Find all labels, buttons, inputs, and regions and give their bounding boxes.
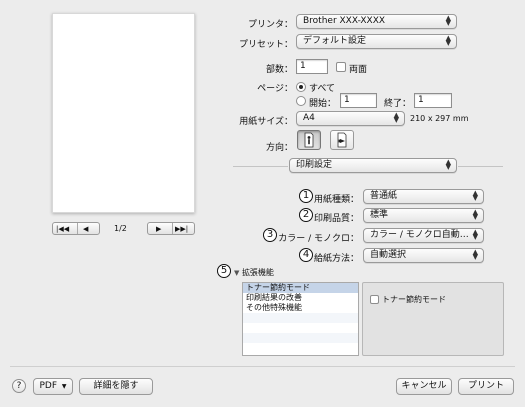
advanced-list[interactable]: トナー節約モード 印刷結果の改善 その他特殊機能: [242, 282, 359, 356]
print-button[interactable]: プリント: [458, 378, 514, 395]
advanced-list-item[interactable]: 印刷結果の改善: [243, 293, 358, 303]
preview-first-prev-group: |◀◀ ◀: [52, 222, 100, 235]
popup-arrows-icon: ▲ ▼: [445, 158, 451, 171]
paper-type-select[interactable]: 普通紙 ▲ ▼: [363, 189, 484, 204]
callout-number: 3: [263, 228, 277, 242]
portrait-icon: [304, 132, 314, 148]
pdf-label: PDF: [39, 381, 58, 391]
dropdown-arrow-icon: ▼: [61, 383, 67, 390]
callout-number: 4: [299, 248, 313, 262]
pages-to-field[interactable]: 1: [414, 93, 452, 108]
advanced-options-panel: トナー節約モード: [362, 282, 504, 356]
paper-size-value: A4: [303, 113, 315, 123]
preview-next-last-group: ▶ ▶▶|: [147, 222, 195, 235]
color-mono-select[interactable]: カラー / モノクロ自動… ▲ ▼: [363, 228, 484, 243]
previous-page-button[interactable]: ◀: [83, 222, 88, 237]
popup-arrows-icon: ▲ ▼: [445, 14, 451, 27]
footer-divider: [10, 366, 515, 367]
paper-size-label: 用紙サイズ：: [239, 117, 293, 127]
last-page-button[interactable]: ▶▶|: [175, 222, 188, 237]
duplex-checkbox[interactable]: [336, 62, 346, 72]
landscape-icon: [337, 132, 347, 148]
page-preview: [52, 13, 195, 213]
popup-arrows-icon: ▲ ▼: [472, 248, 478, 261]
paper-dimensions: 210 x 297 mm: [410, 114, 469, 123]
callout-number: 1: [299, 189, 313, 203]
section-select[interactable]: 印刷設定 ▲ ▼: [289, 158, 457, 173]
toner-save-checkbox[interactable]: [370, 295, 379, 304]
callout-number: 5: [217, 264, 231, 278]
toner-save-label: トナー節約モード: [382, 295, 446, 304]
pages-from-field[interactable]: 1: [340, 93, 377, 108]
portrait-button[interactable]: [297, 130, 321, 150]
advanced-list-filler: [243, 333, 358, 343]
page-counter: 1/2: [114, 224, 127, 233]
pages-range-radio[interactable]: [296, 96, 306, 106]
duplex-label: 両面: [349, 65, 368, 75]
print-quality-value: 標準: [370, 210, 389, 220]
section-divider-left: [233, 166, 288, 167]
preset-value: デフォルト設定: [303, 36, 367, 46]
callout-number: 2: [299, 208, 313, 222]
section-divider-right: [458, 166, 503, 167]
paper-source-select[interactable]: 自動選択 ▲ ▼: [363, 248, 484, 263]
help-button[interactable]: ?: [12, 379, 26, 393]
printer-value: Brother XXX-XXXX: [303, 16, 386, 26]
pages-to-label: 終了：: [384, 99, 412, 109]
paper-source-label: 給紙方法：: [313, 254, 359, 264]
paper-type-label: 用紙種類：: [313, 195, 359, 205]
pages-label: ページ：: [257, 84, 293, 94]
help-icon: ?: [16, 381, 22, 391]
print-quality-select[interactable]: 標準 ▲ ▼: [363, 208, 484, 223]
preset-label: プリセット：: [238, 40, 293, 50]
copies-field[interactable]: 1: [296, 59, 328, 74]
advanced-label: 拡張機能: [241, 268, 274, 277]
paper-source-value: 自動選択: [370, 250, 407, 260]
color-mono-value: カラー / モノクロ自動…: [370, 230, 469, 240]
preset-select[interactable]: デフォルト設定 ▲ ▼: [296, 34, 457, 49]
pages-from-label: 開始：: [309, 99, 337, 109]
paper-size-select[interactable]: A4 ▲ ▼: [296, 111, 405, 126]
advanced-disclosure[interactable]: ▼ 拡張機能: [234, 267, 274, 278]
printer-select[interactable]: Brother XXX-XXXX ▲ ▼: [296, 14, 457, 29]
color-mono-label: カラー / モノクロ：: [278, 234, 359, 244]
pages-all-radio[interactable]: [296, 82, 306, 92]
advanced-list-item[interactable]: トナー節約モード: [243, 283, 358, 293]
popup-arrows-icon: ▲ ▼: [472, 208, 478, 221]
advanced-list-filler: [243, 323, 358, 333]
popup-arrows-icon: ▲ ▼: [445, 34, 451, 47]
disclosure-triangle-icon: ▼: [234, 269, 240, 277]
advanced-list-filler: [243, 313, 358, 323]
cancel-button[interactable]: キャンセル: [396, 378, 452, 395]
advanced-list-filler: [243, 343, 358, 353]
printer-label: プリンタ：: [247, 20, 293, 30]
paper-type-value: 普通紙: [370, 191, 398, 201]
next-page-button[interactable]: ▶: [156, 222, 161, 237]
pdf-button[interactable]: PDF ▼: [33, 378, 73, 395]
first-page-button[interactable]: |◀◀: [56, 222, 69, 237]
print-quality-label: 印刷品質：: [313, 214, 359, 224]
orientation-label: 方向：: [265, 143, 293, 153]
landscape-button[interactable]: [330, 130, 354, 150]
popup-arrows-icon: ▲ ▼: [472, 228, 478, 241]
hide-details-button[interactable]: 詳細を隠す: [79, 378, 153, 395]
popup-arrows-icon: ▲ ▼: [472, 189, 478, 202]
popup-arrows-icon: ▲ ▼: [393, 111, 399, 124]
pages-all-label: すべて: [309, 84, 336, 94]
section-value: 印刷設定: [296, 160, 333, 170]
copies-label: 部数：: [265, 65, 293, 75]
advanced-list-item[interactable]: その他特殊機能: [243, 303, 358, 313]
